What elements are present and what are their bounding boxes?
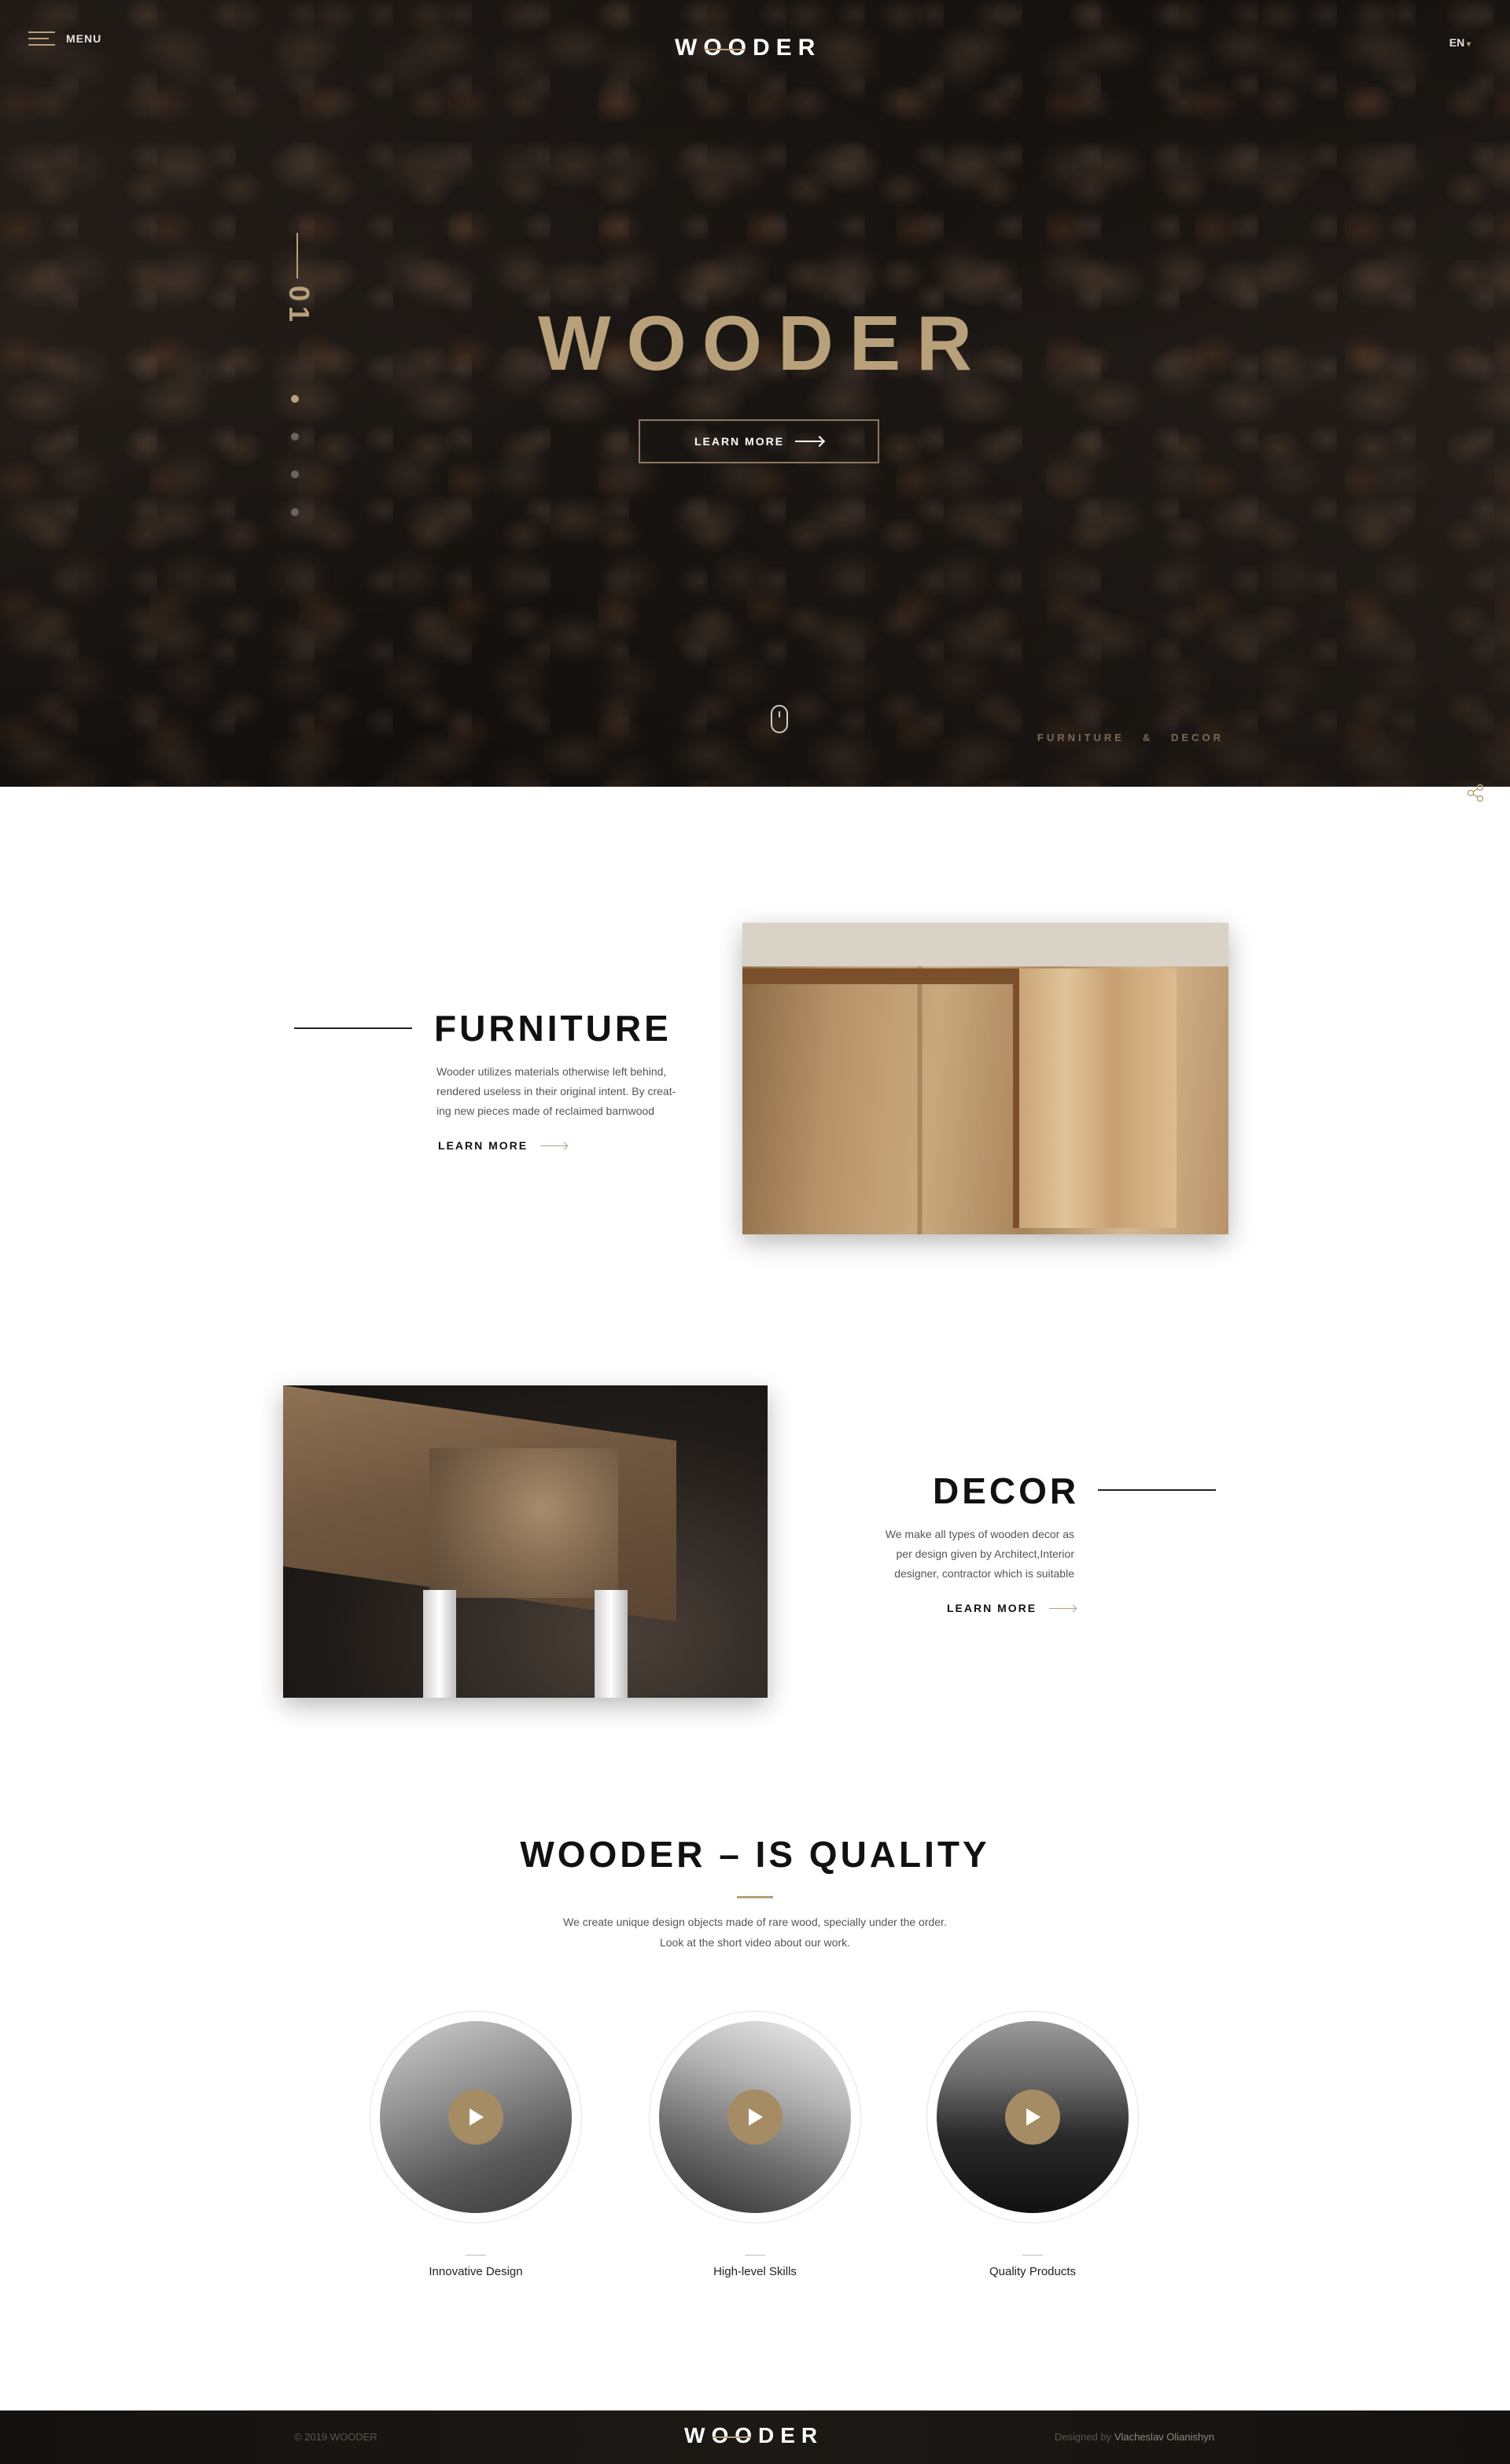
decor-photo <box>283 1385 768 1698</box>
footer-credit: Designed by Vlacheslav Olianishyn <box>1055 2431 1214 2443</box>
logo-text-end: DER <box>758 2423 824 2447</box>
hamburger-icon <box>28 31 55 46</box>
feature-label: Innovative Design <box>429 2265 523 2278</box>
feature-card: Innovative Design <box>370 2011 582 2278</box>
furniture-description: Wooder utilizes materials otherwise left… <box>436 1062 720 1121</box>
play-icon[interactable] <box>1005 2090 1060 2145</box>
video-thumbnail-frame <box>926 2011 1139 2223</box>
quality-description: We create unique design objects made of … <box>0 1912 1510 1953</box>
decor-learn-more-link[interactable]: LEARN MORE <box>947 1602 1077 1614</box>
video-thumbnail[interactable] <box>659 2021 851 2213</box>
furniture-learn-more-label: LEARN MORE <box>438 1139 528 1152</box>
decor-text-line: We make all types of wooden decor as <box>885 1528 1074 1540</box>
quality-text-line: We create unique design objects made of … <box>563 1916 947 1928</box>
slider-dot-2[interactable] <box>291 433 299 441</box>
footer-copyright: © 2019 WOODER <box>294 2431 378 2443</box>
hero-tagline: FURNITURE & DECOR <box>1037 732 1224 743</box>
slider-pagination <box>291 395 299 516</box>
feature-divider <box>466 2255 486 2256</box>
decor-learn-more-label: LEARN MORE <box>947 1602 1037 1614</box>
logo-text-oo: OO <box>711 2423 758 2447</box>
logo-text-end: DER <box>753 35 822 61</box>
share-icon[interactable] <box>1464 782 1486 804</box>
decor-photo-leg <box>595 1590 628 1698</box>
slider-dot-1[interactable] <box>291 395 299 403</box>
furniture-photo <box>742 923 1228 1234</box>
slider-dot-4[interactable] <box>291 508 299 516</box>
language-selector[interactable]: EN <box>1449 36 1471 49</box>
video-thumbnail-frame <box>370 2011 582 2223</box>
quality-accent-bar <box>737 1896 773 1898</box>
hero-learn-more-button[interactable]: LEARN MORE <box>639 419 879 463</box>
slide-indicator-line <box>296 233 298 278</box>
decor-photo-leg <box>423 1590 456 1698</box>
decor-description: We make all types of wooden decor as per… <box>791 1525 1074 1584</box>
video-thumbnail[interactable] <box>380 2021 572 2213</box>
furniture-learn-more-link[interactable]: LEARN MORE <box>438 1139 568 1152</box>
feature-divider <box>1022 2255 1043 2256</box>
arrow-right-icon <box>1049 1607 1077 1609</box>
logo-text-start: W <box>684 2423 712 2447</box>
decor-title: DECOR <box>933 1470 1080 1511</box>
furniture-text-line: rendered useless in their original inten… <box>436 1085 676 1097</box>
furniture-title: FURNITURE <box>434 1008 672 1049</box>
menu-button[interactable]: MENU <box>28 31 101 46</box>
footer: © 2019 WOODER W OO DER Designed by Vlach… <box>0 2411 1510 2464</box>
quality-title: WOODER – IS QUALITY <box>520 1834 990 1875</box>
furniture-decor-line <box>294 1027 412 1029</box>
play-icon[interactable] <box>727 2090 783 2145</box>
decor-photo-endgrain <box>429 1448 618 1598</box>
logo-text-oo: OO <box>703 35 753 61</box>
footer-credit-prefix: Designed by <box>1054 2431 1112 2443</box>
arrow-right-icon <box>795 441 824 442</box>
furniture-text-line: Wooder utilizes materials otherwise left… <box>436 1065 667 1078</box>
play-icon[interactable] <box>448 2090 503 2145</box>
feature-label: High-level Skills <box>713 2265 797 2278</box>
feature-label: Quality Products <box>989 2265 1077 2278</box>
hero-learn-more-label: LEARN MORE <box>694 435 785 448</box>
hero-title: WOODER <box>538 300 988 386</box>
feature-divider <box>745 2255 765 2256</box>
furniture-decor-line <box>1098 1489 1216 1491</box>
feature-card: High-level Skills <box>649 2011 861 2278</box>
decor-text-line: designer, contractor which is suitable <box>894 1567 1074 1580</box>
slider-dot-3[interactable] <box>291 470 299 478</box>
quality-text-line: Look at the short video about our work. <box>659 1936 851 1949</box>
video-thumbnail-frame <box>649 2011 861 2223</box>
decor-text-line: per design given by Architect,Interior <box>896 1547 1074 1560</box>
video-thumbnail[interactable] <box>937 2021 1129 2213</box>
brand-logo[interactable]: W OO DER <box>675 35 821 61</box>
designer-link[interactable]: Vlacheslav Olianishyn <box>1114 2431 1214 2443</box>
menu-label: MENU <box>66 32 102 45</box>
hero-section: MENU W OO DER EN 01 WOODER LEARN MORE FU… <box>0 0 1510 787</box>
arrow-right-icon <box>540 1145 568 1146</box>
logo-text-start: W <box>675 35 704 61</box>
feature-card: Quality Products <box>926 2011 1139 2278</box>
furniture-text-line: ing new pieces made of reclaimed barnwoo… <box>436 1105 655 1117</box>
mouse-icon[interactable] <box>771 705 788 733</box>
footer-brand-logo[interactable]: W OO DER <box>684 2423 823 2448</box>
